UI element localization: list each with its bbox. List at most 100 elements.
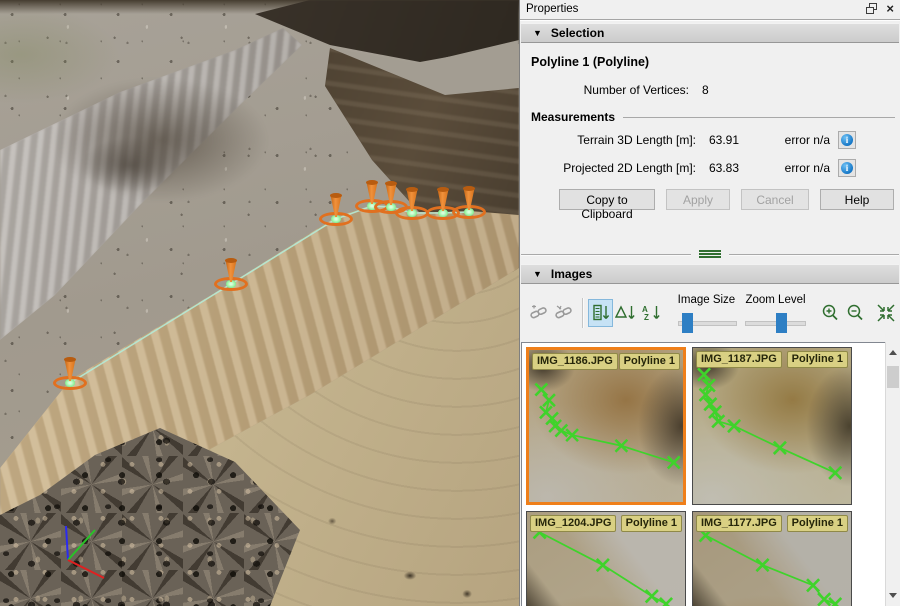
- collapse-triangle-icon[interactable]: ▼: [533, 269, 542, 279]
- vertices-row: Number of Vertices: 8: [521, 83, 899, 97]
- zoom-fit-button[interactable]: [874, 299, 899, 327]
- vertices-label: Number of Vertices:: [521, 83, 689, 97]
- zoom-level-control: Zoom Level: [745, 294, 805, 333]
- image-thumbnails-area: IMG_1186.JPG Polyline 1 IMG_1187.JPG Pol…: [521, 342, 899, 606]
- thumbnail-tag: Polyline 1: [619, 353, 680, 370]
- annotation-overlay: [693, 348, 851, 504]
- thumbnail-img-1187[interactable]: IMG_1187.JPG Polyline 1: [692, 347, 852, 505]
- link-remove-icon: [555, 305, 574, 321]
- panel-splitter[interactable]: [521, 248, 899, 260]
- copy-to-clipboard-button[interactable]: Copy to Clipboard: [559, 189, 655, 210]
- vertex-x-icon: [829, 467, 841, 479]
- panel-title: Properties: [526, 3, 578, 15]
- image-size-label: Image Size: [678, 294, 738, 306]
- heading-rule: [623, 117, 895, 118]
- terrain-3d-length-value: 63.91: [709, 133, 761, 147]
- vertex-x-icon: [774, 442, 786, 454]
- vertex-cone-cap: [463, 186, 475, 191]
- vertex-x-icon: [535, 384, 547, 396]
- sort-by-elevation-button[interactable]: [613, 299, 638, 327]
- annotation-overlay: [529, 350, 683, 502]
- thumbnail-img-1177[interactable]: IMG_1177.JPG Polyline 1: [692, 511, 852, 606]
- vertex-x-icon: [668, 456, 680, 468]
- vertex-cone-cap: [437, 187, 449, 192]
- thumbnail-img-1204[interactable]: IMG_1204.JPG Polyline 1: [526, 511, 686, 606]
- 3d-viewport[interactable]: [0, 0, 519, 606]
- selected-object-title: Polyline 1 (Polyline): [531, 55, 899, 69]
- thumbnail-tag: Polyline 1: [787, 351, 848, 368]
- vertex-cone-cap: [366, 180, 378, 185]
- thumbnail-tag: Polyline 1: [787, 515, 848, 532]
- thumbnail-filename: IMG_1204.JPG: [530, 515, 616, 532]
- scroll-down-icon[interactable]: [889, 593, 897, 598]
- detach-link-button: [552, 299, 577, 327]
- zoom-fit-icon: [876, 303, 896, 323]
- section-title-images: Images: [551, 267, 592, 281]
- image-size-slider-handle[interactable]: [682, 313, 693, 333]
- scroll-up-icon[interactable]: [889, 350, 897, 355]
- projected-2d-length-label: Projected 2D Length [m]:: [521, 161, 696, 175]
- button-row: Copy to Clipboard Apply Cancel Help: [521, 189, 899, 210]
- thumbnail-filename: IMG_1187.JPG: [696, 351, 782, 368]
- vertex-x-icon: [555, 425, 567, 437]
- polyline-path[interactable]: [70, 206, 469, 383]
- splitter-handle-icon[interactable]: [699, 253, 721, 255]
- section-header-images[interactable]: ▼ Images: [521, 264, 899, 284]
- zoom-in-icon: [820, 303, 840, 323]
- az-sort-icon: A Z: [640, 304, 662, 322]
- measurement-row-3d: Terrain 3D Length [m]: 63.91 error n/a i: [521, 127, 899, 152]
- collapse-triangle-icon[interactable]: ▼: [533, 28, 542, 38]
- vertex-x-icon: [756, 559, 768, 571]
- vertices-value: 8: [702, 83, 709, 97]
- app-window: Properties × ▼ Selection Polyline 1 (Pol…: [0, 0, 900, 606]
- svg-text:Z: Z: [644, 313, 649, 322]
- thumbnail-filename: IMG_1177.JPG: [696, 515, 782, 532]
- properties-panel: Properties × ▼ Selection Polyline 1 (Pol…: [519, 0, 900, 606]
- vertex-cone-cap: [330, 193, 342, 198]
- zoom-level-slider-handle[interactable]: [776, 313, 787, 333]
- cancel-button: Cancel: [741, 189, 809, 210]
- triangle-sort-icon: [615, 304, 637, 322]
- panel-titlebar[interactable]: Properties ×: [520, 0, 900, 20]
- zoom-out-button[interactable]: [843, 299, 868, 327]
- info-icon: i: [841, 134, 853, 146]
- link-add-icon: [530, 305, 549, 321]
- zoom-level-label: Zoom Level: [745, 294, 805, 306]
- terrain-3d-length-label: Terrain 3D Length [m]:: [521, 133, 696, 147]
- section-header-selection[interactable]: ▼ Selection: [521, 23, 899, 43]
- help-button[interactable]: Help: [820, 189, 894, 210]
- vertex-cone-cap: [406, 187, 418, 192]
- float-window-icon[interactable]: [866, 3, 877, 14]
- close-icon[interactable]: ×: [886, 3, 894, 14]
- toolbar-separator: [582, 298, 583, 328]
- projected-2d-length-value: 63.83: [709, 161, 761, 175]
- vertex-x-icon: [818, 593, 830, 605]
- zoom-out-icon: [845, 303, 865, 323]
- info-button-2d[interactable]: i: [838, 159, 856, 177]
- sort-alphabetical-button[interactable]: A Z: [639, 299, 664, 327]
- selection-body: Polyline 1 (Polyline) Number of Vertices…: [521, 44, 899, 210]
- image-size-slider[interactable]: [678, 313, 738, 333]
- image-size-control: Image Size: [678, 294, 738, 333]
- info-button-3d[interactable]: i: [838, 131, 856, 149]
- zoom-level-slider[interactable]: [745, 313, 805, 333]
- axis-gizmo-icon: [66, 526, 104, 578]
- thumbnails-scrollbar[interactable]: [885, 342, 900, 606]
- vertex-x-icon: [615, 440, 627, 452]
- vertex-x-icon: [807, 579, 819, 591]
- measurement-overlay: [0, 0, 519, 606]
- vertex-x-icon: [543, 394, 555, 406]
- vertex-cone-cap: [225, 258, 237, 263]
- measurement-row-2d: Projected 2D Length [m]: 63.83 error n/a…: [521, 155, 899, 180]
- scrollbar-thumb[interactable]: [887, 366, 899, 388]
- thumbnail-img-1186[interactable]: IMG_1186.JPG Polyline 1: [526, 347, 686, 505]
- vertex-x-icon: [597, 559, 609, 571]
- projected-2d-error: error n/a: [785, 161, 830, 175]
- sort-by-size-button[interactable]: [588, 299, 613, 327]
- info-icon: i: [841, 162, 853, 174]
- vertex-cone-cap: [385, 181, 397, 186]
- ruler-sort-icon: [591, 304, 611, 322]
- attach-link-button: [527, 299, 552, 327]
- zoom-in-button[interactable]: [818, 299, 843, 327]
- vertex-cone-cap: [64, 357, 76, 362]
